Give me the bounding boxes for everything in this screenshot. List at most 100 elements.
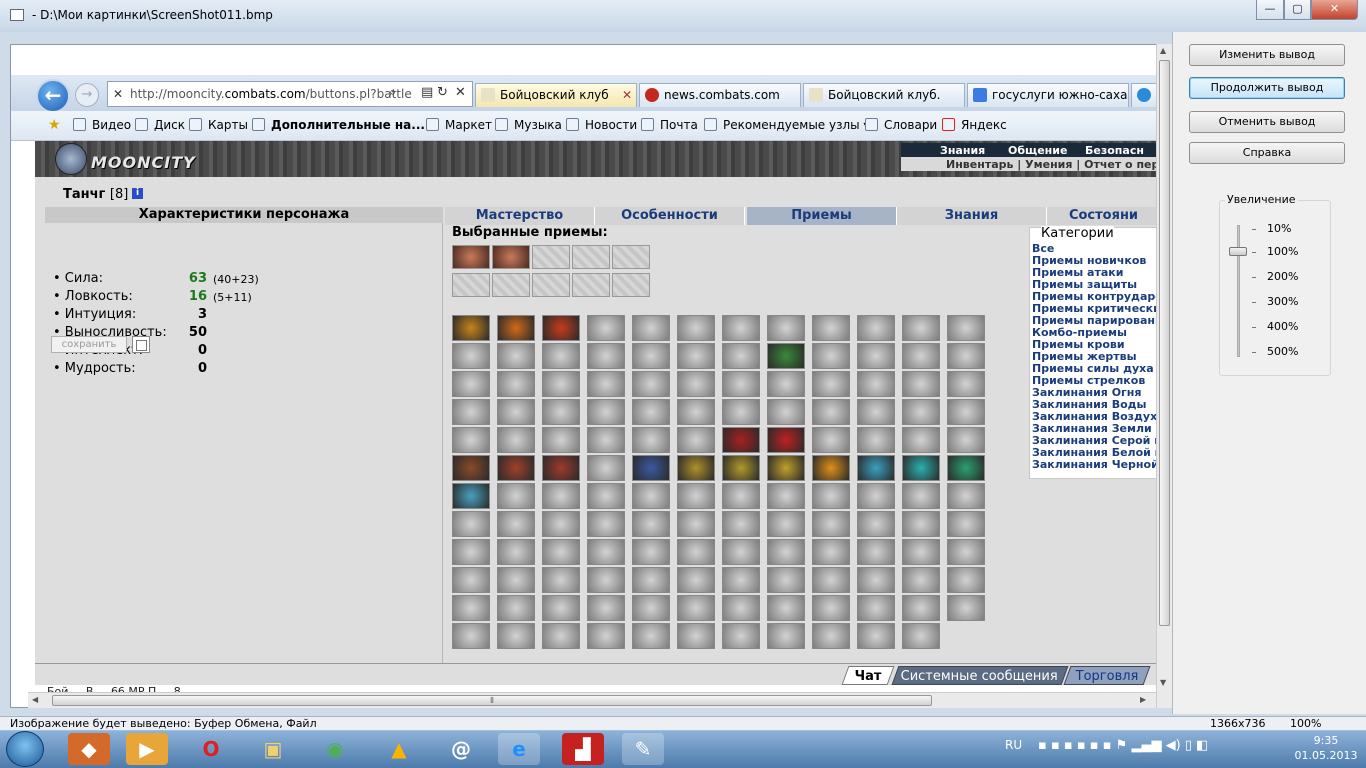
move-icon[interactable] — [632, 427, 670, 453]
cancel-output-button[interactable]: Отменить вывод — [1189, 111, 1345, 133]
move-icon[interactable] — [812, 315, 850, 341]
move-icon[interactable] — [902, 511, 940, 537]
clock[interactable]: 9:35 01.05.2013 — [1294, 733, 1358, 763]
move-icon[interactable] — [587, 427, 625, 453]
move-icon[interactable] — [632, 399, 670, 425]
move-icon[interactable] — [497, 455, 535, 481]
horizontal-scroll-thumb[interactable]: ⦀ — [52, 695, 932, 706]
selected-move-slot[interactable] — [612, 273, 650, 297]
move-icon[interactable] — [722, 483, 760, 509]
maximize-button[interactable]: ▢ — [1284, 0, 1311, 20]
move-icon[interactable] — [677, 455, 715, 481]
menu-inventory-links[interactable]: Инвентарь | Умения | Отчет о перев — [946, 158, 1159, 171]
move-icon[interactable] — [812, 483, 850, 509]
game-tab-4[interactable]: Состояни — [1047, 207, 1159, 225]
move-icon[interactable] — [722, 539, 760, 565]
system-messages-tab[interactable]: Системные сообщения — [891, 666, 1069, 685]
move-icon[interactable] — [722, 455, 760, 481]
move-icon[interactable] — [857, 315, 895, 341]
move-icon[interactable] — [587, 455, 625, 481]
move-icon[interactable] — [632, 539, 670, 565]
move-icon[interactable] — [542, 427, 580, 453]
move-icon[interactable] — [947, 539, 985, 565]
move-icon[interactable] — [587, 623, 625, 649]
move-icon[interactable] — [857, 595, 895, 621]
fav-maps[interactable]: Карты — [189, 118, 248, 132]
move-icon[interactable] — [722, 343, 760, 369]
scroll-left-icon[interactable]: ◀ — [32, 695, 38, 704]
refresh-icon[interactable]: ↻ — [437, 85, 448, 100]
fav-yandex[interactable]: Яндекс — [942, 118, 1007, 132]
move-icon[interactable] — [632, 455, 670, 481]
move-icon[interactable] — [857, 427, 895, 453]
move-icon[interactable] — [857, 343, 895, 369]
move-icon[interactable] — [452, 623, 490, 649]
move-icon[interactable] — [767, 623, 805, 649]
move-icon[interactable] — [857, 511, 895, 537]
move-icon[interactable] — [947, 371, 985, 397]
language-indicator[interactable]: RU — [1005, 738, 1022, 752]
tab-combats-1[interactable]: Бойцовский клуб ✕ — [475, 83, 637, 107]
installer-icon[interactable]: ◆ — [68, 733, 110, 765]
move-icon[interactable] — [722, 567, 760, 593]
move-icon[interactable] — [722, 315, 760, 341]
move-icon[interactable] — [767, 511, 805, 537]
zoom-slider-track[interactable] — [1237, 225, 1240, 357]
move-icon[interactable] — [812, 567, 850, 593]
move-icon[interactable] — [767, 315, 805, 341]
move-icon[interactable] — [947, 343, 985, 369]
move-icon[interactable] — [452, 399, 490, 425]
move-icon[interactable] — [767, 539, 805, 565]
stop-icon[interactable]: ✕ — [455, 85, 466, 100]
move-icon[interactable] — [902, 399, 940, 425]
mail-agent-icon[interactable]: @ — [440, 733, 482, 765]
move-icon[interactable] — [767, 343, 805, 369]
back-arrow-icon[interactable]: ← — [36, 79, 70, 113]
move-icon[interactable] — [452, 511, 490, 537]
move-icon[interactable] — [947, 455, 985, 481]
move-icon[interactable] — [947, 511, 985, 537]
move-icon[interactable] — [857, 539, 895, 565]
move-icon[interactable] — [587, 511, 625, 537]
chrome-icon[interactable]: ◉ — [314, 733, 356, 765]
save-button[interactable]: сохранить — [51, 336, 127, 353]
tray-icons[interactable]: ▪ ▪ ▪ ▪ ▪ ▪ ⚑ ▂▄▆ ◀) ▯ ◧ — [1038, 738, 1208, 753]
move-icon[interactable] — [632, 623, 670, 649]
move-icon[interactable] — [767, 399, 805, 425]
change-output-button[interactable]: Изменить вывод — [1189, 44, 1345, 66]
game-tab-0[interactable]: Мастерство — [445, 207, 595, 225]
move-icon[interactable] — [452, 315, 490, 341]
horizontal-scrollbar[interactable]: ◀ ⦀ ▶ — [28, 692, 1156, 708]
move-icon[interactable] — [902, 455, 940, 481]
move-icon[interactable] — [452, 539, 490, 565]
move-icon[interactable] — [857, 399, 895, 425]
windows-start-icon[interactable] — [6, 731, 44, 767]
move-icon[interactable] — [902, 483, 940, 509]
selected-move-slot[interactable] — [452, 245, 490, 269]
move-icon[interactable] — [767, 371, 805, 397]
fav-disk[interactable]: Диск — [135, 118, 185, 132]
forward-arrow-icon[interactable]: → — [75, 83, 99, 107]
move-icon[interactable] — [542, 483, 580, 509]
fav-recommended[interactable]: Рекомендуемые узлы ▾ — [704, 118, 869, 132]
media-player-icon[interactable]: ▶ — [126, 733, 168, 765]
tab-close-icon[interactable]: ✕ — [622, 84, 632, 106]
move-icon[interactable] — [677, 399, 715, 425]
move-icon[interactable] — [722, 595, 760, 621]
move-icon[interactable] — [902, 595, 940, 621]
scroll-up-icon[interactable]: ▲ — [1160, 46, 1166, 55]
move-icon[interactable] — [497, 315, 535, 341]
category-link[interactable]: Заклинания Черной м — [1032, 458, 1159, 471]
move-icon[interactable] — [722, 623, 760, 649]
move-icon[interactable] — [497, 595, 535, 621]
game-tab-2[interactable]: Приемы — [747, 207, 897, 225]
move-icon[interactable] — [542, 315, 580, 341]
menu-knowledge[interactable]: Знания — [940, 144, 985, 157]
selected-move-slot[interactable] — [532, 273, 570, 297]
move-icon[interactable] — [542, 343, 580, 369]
move-icon[interactable] — [452, 343, 490, 369]
opera-icon[interactable]: O — [190, 733, 232, 765]
move-icon[interactable] — [452, 595, 490, 621]
move-icon[interactable] — [767, 595, 805, 621]
move-icon[interactable] — [767, 427, 805, 453]
